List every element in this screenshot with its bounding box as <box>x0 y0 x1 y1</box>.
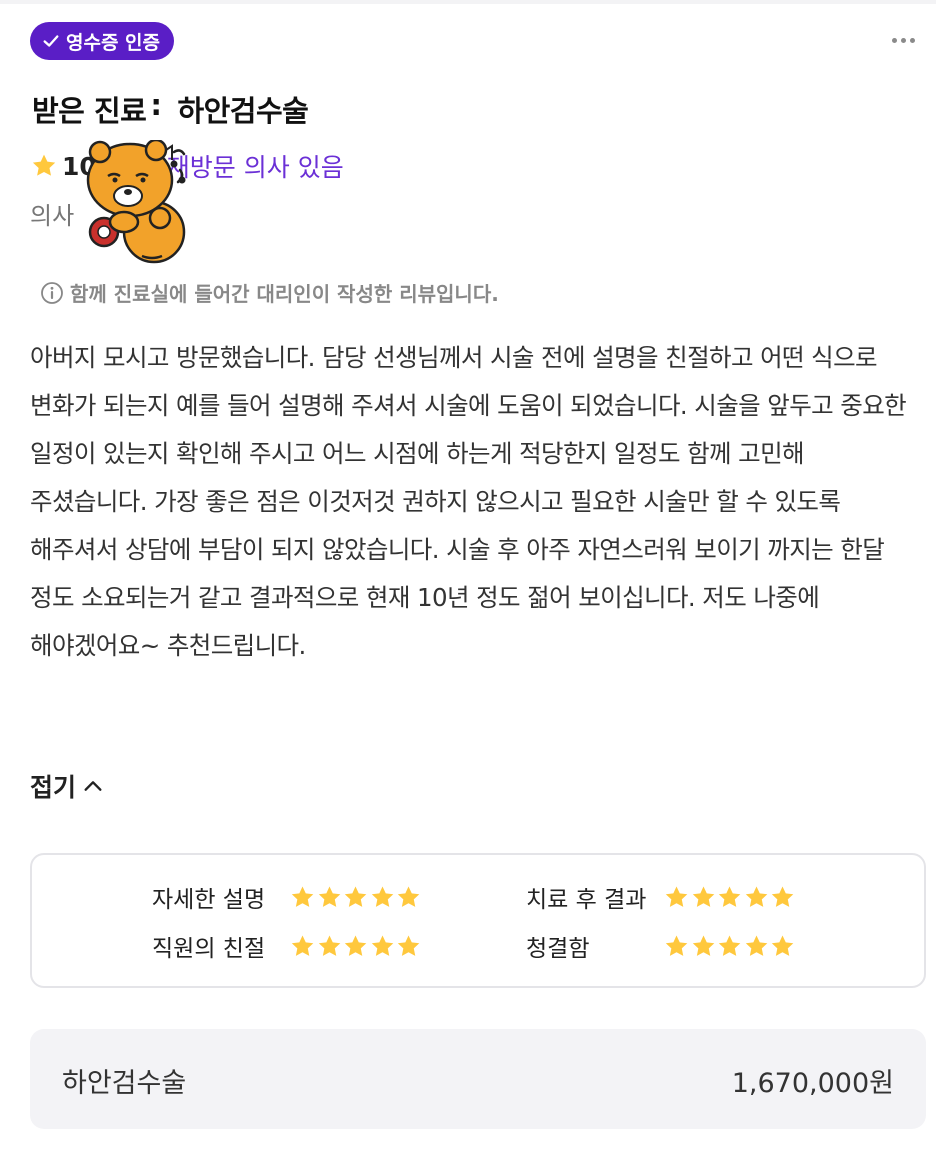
price-item-name: 하안검수술 <box>62 1068 187 1099</box>
chevron-up-icon <box>84 781 102 791</box>
star-icon <box>397 934 420 956</box>
info-icon <box>41 281 63 304</box>
star-icon <box>344 885 367 907</box>
score-item: 자세한 설명 <box>152 880 422 914</box>
more-dot <box>909 37 915 43</box>
star-icon <box>718 934 741 956</box>
title-separator: : <box>150 88 162 122</box>
star-icon <box>371 934 393 956</box>
score-label: 청결함 <box>526 936 590 962</box>
score-label: 직원의 친절 <box>152 936 266 962</box>
price-summary: 하안검수술 1,670,000원 <box>30 1029 926 1129</box>
star-icon <box>318 885 340 907</box>
score-stars <box>289 884 422 911</box>
star-icon <box>771 885 794 907</box>
more-dot <box>900 37 906 43</box>
star-icon <box>745 885 767 907</box>
check-icon <box>43 35 59 47</box>
collapse-label: 접기 <box>30 773 77 802</box>
proxy-review-notice: 함께 진료실에 들어간 대리인이 작성한 리뷰입니다. <box>40 278 499 307</box>
score-item: 치료 후 결과 <box>526 880 796 914</box>
star-icon <box>397 885 420 907</box>
more-horizontal-icon <box>891 37 897 43</box>
badge-label: 영수증 인증 <box>66 31 161 54</box>
star-icon <box>32 154 56 176</box>
star-icon <box>291 885 314 907</box>
star-icon <box>344 934 367 956</box>
treatment-title: 받은 진료 : 하안검수술 <box>32 88 309 130</box>
score-label: 자세한 설명 <box>152 887 266 913</box>
star-icon <box>665 934 688 956</box>
star-icon <box>718 885 741 907</box>
detailed-scores: 자세한 설명 치료 후 결과 직원의 친절 청결함 <box>30 853 926 988</box>
treatment-name: 하안검수술 <box>177 94 309 128</box>
score-item: 청결함 <box>526 929 796 963</box>
review-body: 아버지 모시고 방문했습니다. 담당 선생님께서 시술 전에 설명을 친절하고 … <box>30 343 907 660</box>
top-divider <box>0 0 936 4</box>
star-icon <box>745 934 767 956</box>
star-icon <box>771 934 794 956</box>
receipt-verified-badge: 영수증 인증 <box>30 22 175 60</box>
star-icon <box>665 885 688 907</box>
more-options-button[interactable] <box>888 30 918 50</box>
star-icon <box>371 885 393 907</box>
bear-sticker-image <box>86 140 186 264</box>
notice-text: 함께 진료실에 들어간 대리인이 작성한 리뷰입니다. <box>70 282 499 306</box>
score-label: 치료 후 결과 <box>526 887 647 913</box>
score-stars <box>663 933 796 960</box>
star-icon <box>692 885 714 907</box>
collapse-button[interactable]: 접기 <box>30 768 104 804</box>
score-stars <box>663 884 796 911</box>
score-stars <box>289 933 422 960</box>
price-amount: 1,670,000원 <box>731 1068 894 1099</box>
star-icon <box>318 934 340 956</box>
star-icon <box>291 934 314 956</box>
doctor-label: 의사 <box>30 202 75 230</box>
star-icon <box>692 934 714 956</box>
treatment-prefix: 받은 진료 <box>32 94 147 128</box>
score-item: 직원의 친절 <box>152 929 422 963</box>
